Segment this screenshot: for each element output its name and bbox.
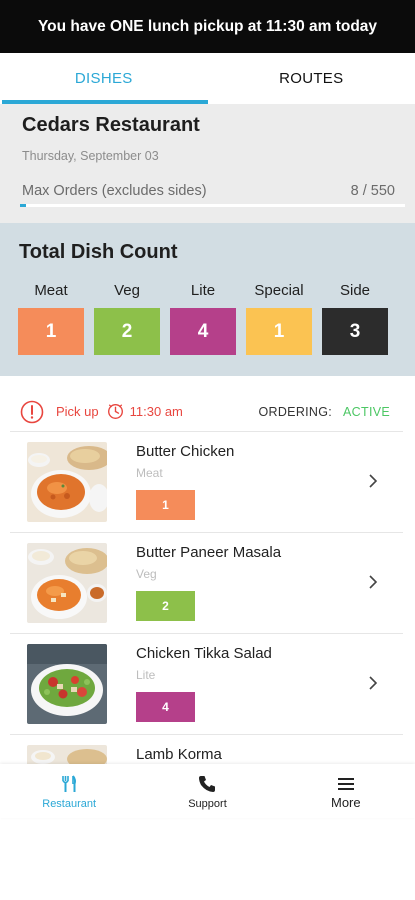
alert-icon [20,400,44,423]
chevron-right-icon [369,474,378,488]
category-label: Veg [114,282,140,299]
restaurant-date: Thursday, September 03 [22,149,159,163]
dish-count-title: Total Dish Count [19,241,178,263]
orders-progress-bar [20,204,405,207]
category-count-box: 1 [246,308,312,355]
dish-item[interactable]: Butter Chicken Meat 1 [10,432,403,533]
tab-dishes[interactable]: DISHES [0,53,208,104]
category-count-box: 2 [94,308,160,355]
tab-routes[interactable]: ROUTES [208,53,415,104]
nav-support[interactable]: Support [138,764,276,818]
category-label: Meat [34,282,68,299]
dish-name: Lamb Korma [136,746,222,763]
nav-restaurant-label: Restaurant [42,798,97,810]
chevron-right-icon [369,676,378,690]
tab-bar: DISHES ROUTES [0,53,415,104]
restaurant-name: Cedars Restaurant [22,114,200,136]
dish-count-panel: Total Dish Count Meat 1 Veg 2 Lite 4 Spe… [0,223,415,376]
category-lite: Lite 4 [170,282,236,355]
category-count-box: 1 [18,308,84,355]
dish-info: Lamb Korma [136,745,222,763]
dish-item[interactable]: Butter Paneer Masala Veg 2 [10,533,403,634]
ordering-status: ACTIVE [343,404,390,419]
dish-name: Chicken Tikka Salad [136,645,272,662]
dish-quantity-badge: 4 [136,692,195,722]
dish-type: Lite [136,668,156,682]
category-special: Special 1 [246,282,312,355]
category-side: Side 3 [322,282,388,355]
pickup-label: Pick up [56,404,99,419]
app-screen: You have ONE lunch pickup at 11:30 am to… [0,0,415,900]
banner-text: You have ONE lunch pickup at 11:30 am to… [37,17,378,35]
tab-dishes-label: DISHES [74,70,133,87]
category-label: Side [339,282,371,299]
bottom-nav: Restaurant Support More [0,764,415,818]
max-orders-label: Max Orders (excludes sides) [22,183,207,199]
ordering-label: ORDERING: [258,404,333,419]
dish-name: Butter Chicken [136,443,235,460]
nav-support-label: Support [188,798,227,810]
orders-progress-fill [20,204,26,207]
category-label: Special [254,282,304,299]
restaurant-summary: Cedars Restaurant Thursday, September 03… [0,104,415,223]
dish-name: Butter Paneer Masala [136,544,282,561]
category-list: Meat 1 Veg 2 Lite 4 Special 1 Side 3 [0,282,415,355]
pickup-time: 11:30 am [129,404,183,419]
butter-paneer-masala-image [27,543,107,623]
lamb-korma-image [27,745,107,764]
pickup-banner: You have ONE lunch pickup at 11:30 am to… [0,0,415,53]
clock-icon [107,404,123,419]
category-count-box: 3 [322,308,388,355]
phone-icon [199,776,216,792]
fork-knife-icon [62,775,77,792]
category-label: Lite [190,282,216,299]
nav-more-label: More [331,795,361,810]
max-orders-row: Max Orders (excludes sides) 8 / 550 [20,183,395,199]
order-list: Pick up 11:30 am ORDERING: ACTIVE Butter… [10,392,403,764]
dish-info: Butter Paneer Masala Veg 2 [136,543,281,621]
tab-routes-label: ROUTES [279,70,344,87]
pickup-row: Pick up 11:30 am ORDERING: ACTIVE [10,392,403,432]
dish-info: Butter Chicken Meat 1 [136,442,234,520]
nav-restaurant[interactable]: Restaurant [0,764,138,818]
dish-quantity-badge: 2 [136,591,195,621]
category-count-box: 4 [170,308,236,355]
nav-more[interactable]: More [277,764,415,818]
dish-item[interactable]: Chicken Tikka Salad Lite 4 [10,634,403,735]
chicken-tikka-salad-image [27,644,107,724]
orders-count: 8 / 550 [350,183,395,199]
menu-icon [337,778,354,790]
dish-info: Chicken Tikka Salad Lite 4 [136,644,272,722]
chevron-right-icon [369,575,378,589]
category-meat: Meat 1 [18,282,84,355]
butter-chicken-image [27,442,107,522]
dish-type: Meat [136,466,163,480]
category-veg: Veg 2 [94,282,160,355]
dish-quantity-badge: 1 [136,490,195,520]
dish-item[interactable]: Lamb Korma [10,735,403,764]
dish-type: Veg [136,567,157,581]
